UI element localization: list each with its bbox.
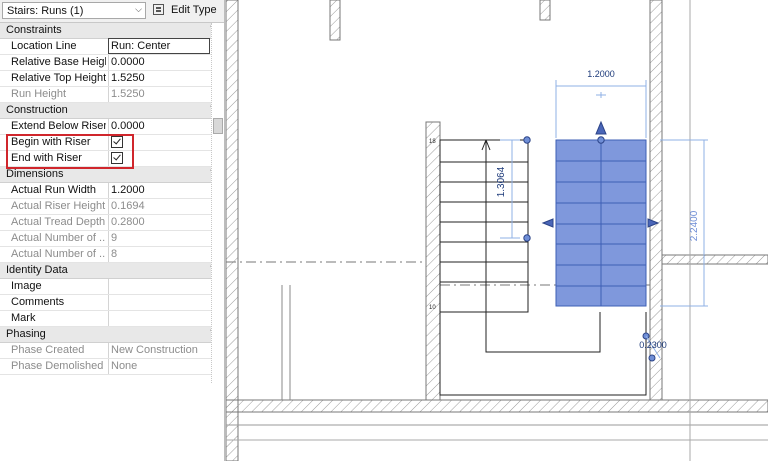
property-value: 8 [111, 248, 118, 260]
property-label: Extend Below Riser... [11, 120, 106, 132]
property-label: Mark [11, 312, 36, 324]
riser-options-highlight [6, 134, 134, 169]
property-label: Image [11, 280, 42, 292]
property-label: Actual Number of ... [11, 232, 106, 244]
phase-demolished-dropdown[interactable]: None [108, 359, 211, 374]
property-row-actual-tread-depth: Actual Tread Depth 0.2800 [0, 215, 224, 231]
run-height-field: 1.5250 [108, 87, 211, 102]
scrollbar-thumb[interactable] [213, 118, 223, 134]
edit-type-label: Edit Type [171, 4, 217, 16]
property-value: 0.2800 [111, 216, 145, 228]
tread-number-label: 18 [429, 139, 436, 145]
property-row-phase-demolished[interactable]: Phase Demolished None [0, 359, 224, 375]
type-selector-dropdown[interactable]: Stairs: Runs (1) ⌵ [2, 2, 146, 19]
property-row-comments[interactable]: Comments [0, 295, 224, 311]
actual-number-risers-field: 9 [108, 231, 211, 246]
category-label: Dimensions [6, 168, 64, 180]
property-row-actual-number-treads: Actual Number of ... 8 [0, 247, 224, 263]
dimension-text-top[interactable]: 1.2000 [587, 69, 615, 79]
property-row-actual-run-width[interactable]: Actual Run Width 1.2000 [0, 183, 224, 199]
type-selector-bar: Stairs: Runs (1) ⌵ Edit Type [0, 0, 224, 23]
property-row-run-height: Run Height 1.5250 [0, 87, 224, 103]
property-value: Run: Center [111, 40, 171, 52]
properties-grid: Constraints⌃ Location Line Run: Center Re… [0, 23, 224, 375]
property-row-mark[interactable]: Mark [0, 311, 224, 327]
property-row-actual-riser-height: Actual Riser Height 0.1694 [0, 199, 224, 215]
category-identity-data[interactable]: Identity Data⌃ [0, 263, 224, 279]
property-row-extend-below[interactable]: Extend Below Riser... 0.0000 [0, 119, 224, 135]
selected-stair-run[interactable] [555, 139, 647, 307]
image-field[interactable] [108, 279, 211, 294]
property-label: Location Line [11, 40, 77, 52]
floor-plan-view[interactable]: 1.2000 1.3064 2.2400 0.2300 18 10 [225, 0, 768, 462]
relative-base-height-field[interactable]: 0.0000 [108, 55, 211, 70]
phase-created-dropdown[interactable]: New Construction [108, 343, 211, 358]
actual-run-width-field[interactable]: 1.2000 [108, 183, 211, 198]
property-value: 0.0000 [111, 56, 145, 68]
mark-field[interactable] [108, 311, 211, 326]
property-value: 9 [111, 232, 118, 244]
relative-top-height-field[interactable]: 1.5250 [108, 71, 211, 86]
property-value: 0.0000 [111, 120, 145, 132]
property-row-actual-number-risers: Actual Number of ... 9 [0, 231, 224, 247]
property-label: Relative Top Height [11, 72, 106, 84]
category-dimensions[interactable]: Dimensions⌃ [0, 167, 224, 183]
actual-number-treads-field: 8 [108, 247, 211, 262]
property-label: Phase Created [11, 344, 85, 356]
property-label: Actual Number of ... [11, 248, 106, 260]
category-label: Constraints [6, 24, 62, 36]
properties-scrollbar[interactable] [211, 23, 224, 383]
property-value: 1.5250 [111, 88, 145, 100]
property-row-relative-base-height[interactable]: Relative Base Height 0.0000 [0, 55, 224, 71]
stair-left-run[interactable] [439, 139, 529, 313]
property-label: Actual Run Width [11, 184, 96, 196]
type-selector-label: Stairs: Runs (1) [7, 5, 84, 17]
property-row-location-line[interactable]: Location Line Run: Center [0, 38, 224, 55]
drawing-canvas[interactable]: 1.2000 1.3064 2.2400 0.2300 18 10 [225, 0, 768, 462]
category-phasing[interactable]: Phasing⌃ [0, 327, 224, 343]
category-construction[interactable]: Construction⌃ [0, 103, 224, 119]
extend-below-field[interactable]: 0.0000 [108, 119, 211, 134]
dimension-text-right[interactable]: 2.2400 [689, 210, 700, 241]
property-row-image[interactable]: Image [0, 279, 224, 295]
properties-panel: Stairs: Runs (1) ⌵ Edit Type Constraints… [0, 0, 225, 461]
category-label: Identity Data [6, 264, 68, 276]
property-label: Comments [11, 296, 65, 308]
dimension-text-left[interactable]: 1.3064 [496, 166, 507, 197]
property-row-relative-top-height[interactable]: Relative Top Height 1.5250 [0, 71, 224, 87]
dimension-text-bottom[interactable]: 0.2300 [639, 340, 667, 350]
property-label: Phase Demolished [11, 360, 104, 372]
property-row-phase-created[interactable]: Phase Created New Construction [0, 343, 224, 359]
property-value: 1.5250 [111, 72, 145, 84]
property-label: Actual Riser Height [11, 200, 106, 212]
edit-type-icon [153, 4, 164, 15]
property-label: Relative Base Height [11, 56, 106, 68]
category-label: Construction [6, 104, 68, 116]
property-value: None [111, 360, 138, 372]
property-label: Run Height [11, 88, 67, 100]
tread-number-label: 10 [429, 305, 436, 311]
actual-riser-height-field: 0.1694 [108, 199, 211, 214]
wall-elements [225, 0, 768, 462]
category-constraints[interactable]: Constraints⌃ [0, 23, 224, 39]
category-label: Phasing [6, 328, 46, 340]
property-value: New Construction [111, 344, 198, 356]
property-value: 1.2000 [111, 184, 145, 196]
actual-tread-depth-field: 0.2800 [108, 215, 211, 230]
property-label: Actual Tread Depth [11, 216, 106, 228]
location-line-dropdown[interactable]: Run: Center [108, 38, 210, 54]
property-value: 0.1694 [111, 200, 145, 212]
comments-field[interactable] [108, 295, 211, 310]
chevron-down-icon[interactable]: ⌵ [135, 4, 142, 15]
edit-type-button[interactable]: Edit Type [151, 2, 221, 19]
